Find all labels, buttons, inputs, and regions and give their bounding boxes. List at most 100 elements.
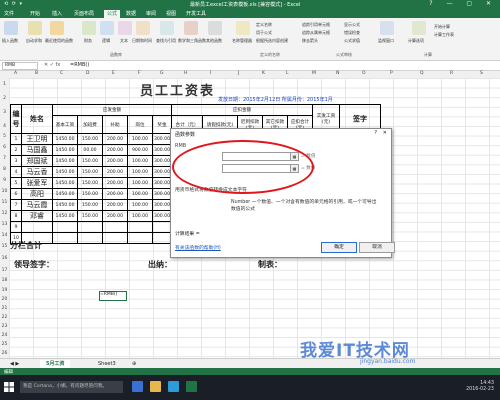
watch-window-icon[interactable] [380,21,394,35]
cell-value[interactable]: 900.00 [127,144,153,156]
cell-no[interactable]: 1 [10,133,22,145]
cell-value[interactable]: 1450.00 [52,144,78,156]
row-header[interactable]: 19 [0,288,9,293]
store-icon[interactable] [168,381,179,392]
cell-value[interactable]: 1450.00 [52,177,78,189]
col-header[interactable]: G [160,71,164,76]
tab-insert[interactable]: 插入 [52,10,62,17]
cell-value[interactable]: 150.00 [77,210,103,222]
cell-name[interactable]: 王卫明 [21,133,53,145]
recent-functions-button[interactable]: 最近使用的函数 [45,38,73,44]
cell-value[interactable]: 100.00 [127,210,153,222]
tab-review[interactable]: 审阅 [146,10,156,17]
cell-value[interactable]: 100.00 [127,199,153,211]
lookup-icon[interactable] [160,21,174,35]
col-header[interactable]: I [210,71,211,76]
row-header[interactable]: 15 [0,244,9,249]
row-header[interactable]: 14 [0,233,9,238]
quick-access-toolbar[interactable]: ⟲ ⟳ ▾ [4,1,23,7]
row-header[interactable]: 3 [0,110,9,115]
cell-empty[interactable] [52,221,78,233]
row-header[interactable]: 10 [0,189,9,194]
math-icon[interactable] [184,21,198,35]
cell-value[interactable]: 200.00 [102,210,128,222]
logical-button[interactable]: 逻辑 [102,38,110,44]
system-clock[interactable]: 14:43 2016-02-23 [466,381,494,393]
formula-input[interactable]: =RMB() [70,62,89,68]
cell-value[interactable]: 200.00 [102,155,128,167]
cell-no[interactable]: 2 [10,144,22,156]
cell-value[interactable]: 1450.00 [52,133,78,145]
cell-empty[interactable] [152,232,172,244]
col-header[interactable]: R [450,71,453,76]
financial-button[interactable]: 财务 [84,38,92,44]
row-header[interactable]: 18 [0,278,9,283]
cell-value[interactable]: 1450.00 [52,210,78,222]
row-header[interactable]: 25 [0,342,9,347]
cell-empty[interactable] [77,221,103,233]
define-name-button[interactable]: 定义名称 [256,22,272,28]
help-icon[interactable]: ? [374,130,377,136]
create-from-selection-button[interactable]: 根据所选内容创建 [256,38,288,44]
col-header[interactable]: H [184,71,187,76]
calc-options-icon[interactable] [412,21,426,35]
cell-value[interactable]: 300.00 [152,199,172,211]
cancel-button[interactable]: 取消 [359,242,395,253]
row-header[interactable]: 13 [0,222,9,227]
cell-value[interactable]: 200.00 [102,133,128,145]
cell-name[interactable] [21,221,53,233]
col-header[interactable]: M [312,71,316,76]
file-explorer-icon[interactable] [150,381,161,392]
text-icon[interactable] [118,21,132,35]
row-header[interactable]: 8 [0,167,9,172]
cell-no[interactable]: 6 [10,188,22,200]
cell-empty[interactable] [52,232,78,244]
cell-value[interactable]: 300.00 [152,133,172,145]
insert-function-icon[interactable] [4,21,18,35]
autosum-icon[interactable] [28,21,42,35]
col-header[interactable]: P [390,71,393,76]
datetime-icon[interactable] [136,21,150,35]
cell-name[interactable]: 马云霞 [21,199,53,211]
cell-value[interactable]: 300.00 [152,188,172,200]
row-header[interactable]: 9 [0,178,9,183]
cell-empty[interactable] [152,221,172,233]
cell-value[interactable]: 1450.00 [52,166,78,178]
text-button[interactable]: 文本 [120,38,128,44]
cell-empty[interactable] [127,221,153,233]
use-in-formula-button[interactable]: 用于公式 [256,30,272,36]
cell-value[interactable]: 100.00 [127,177,153,189]
cortana-search-input[interactable]: 我是 Cortana，小娜。有问题尽管问我。 [20,381,123,393]
row-header[interactable]: 22 [0,315,9,320]
cell-value[interactable]: 300.00 [152,144,172,156]
add-sheet-icon[interactable]: ⊕ [126,360,142,368]
recent-functions-icon[interactable] [50,21,64,35]
cell-value[interactable]: 1450.00 [52,188,78,200]
cell-value[interactable]: 1450.00 [52,199,78,211]
row-header[interactable]: 12 [0,211,9,216]
row-header[interactable]: 26 [0,351,9,356]
cell-value[interactable]: 300.00 [152,177,172,189]
function-help-link[interactable]: 有关该函数的帮助(H) [175,244,221,251]
cell-value[interactable]: 100.00 [127,155,153,167]
cell-empty[interactable] [102,221,128,233]
cell-empty[interactable] [127,232,153,244]
ok-button[interactable]: 确定 [321,242,357,253]
more-functions-button[interactable]: 其他函数 [206,38,222,44]
col-header[interactable]: N [336,71,339,76]
cell-value[interactable]: 100.00 [127,166,153,178]
cell-no[interactable]: 8 [10,210,22,222]
cell-name[interactable]: 马云香 [21,166,53,178]
col-header[interactable]: B [35,71,38,76]
fx-icon[interactable]: ✕ ✓ fx [44,62,60,68]
cell-name[interactable]: 邓睿 [21,210,53,222]
excel-icon[interactable] [186,381,197,392]
row-header[interactable]: 4 [0,124,9,129]
cell-name[interactable]: 马国鑫 [21,144,53,156]
calc-sheet-button[interactable]: 计算工作表 [434,32,454,38]
row-header[interactable]: 24 [0,333,9,338]
col-header[interactable]: K [262,71,265,76]
cell-name[interactable]: 张爱军 [21,177,53,189]
cell-value[interactable]: 00.00 [77,144,103,156]
col-header[interactable]: C [60,71,63,76]
